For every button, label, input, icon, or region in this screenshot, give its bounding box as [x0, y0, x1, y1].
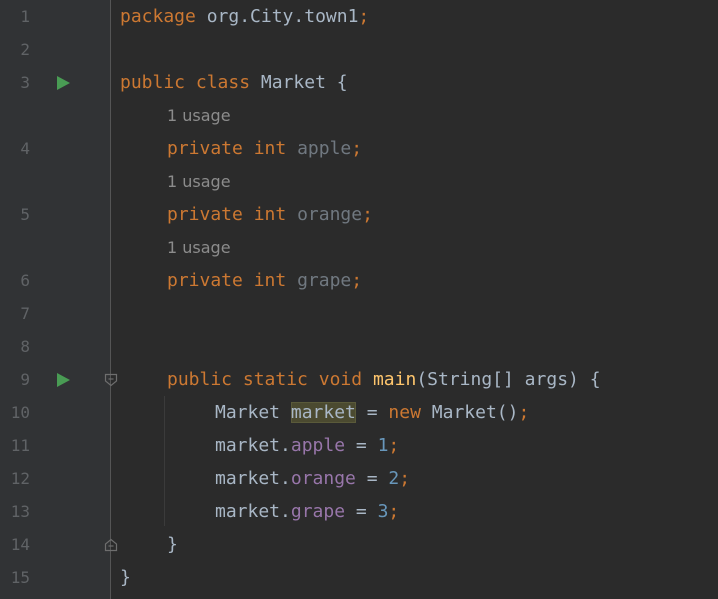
brace: { — [336, 72, 348, 93]
keyword: class — [195, 72, 251, 93]
keyword: int — [253, 138, 287, 159]
code-text: private int apple; — [167, 132, 362, 165]
field-ref: orange — [290, 468, 356, 489]
code-line-6[interactable]: 6 private int grape; — [0, 264, 718, 297]
number-literal: 2 — [388, 468, 400, 489]
code-line-4[interactable]: 4 private int apple; — [0, 132, 718, 165]
line-number: 5 — [20, 205, 30, 224]
code-line-3[interactable]: 3 public class Market { — [0, 66, 718, 99]
code-line-15[interactable]: 15 } — [0, 561, 718, 594]
code-text: market.grape = 3; — [215, 495, 399, 528]
code-line-1[interactable]: 1 package org.City.town1; — [0, 0, 718, 33]
usage-hint[interactable]: 1 usage — [167, 231, 231, 264]
code-text: public class Market { — [120, 66, 348, 99]
object-ref: market. — [215, 468, 291, 489]
code-line-12[interactable]: 12 market.orange = 2; — [0, 462, 718, 495]
line-number: 7 — [20, 304, 30, 323]
line-number: 14 — [10, 535, 30, 554]
run-triangle-icon[interactable] — [57, 373, 70, 387]
code-text: private int grape; — [167, 264, 362, 297]
keyword: private — [167, 204, 243, 225]
field-name: apple — [297, 138, 352, 159]
line-number: 9 — [20, 370, 30, 389]
object-ref: market. — [215, 435, 291, 456]
code-text: package org.City.town1; — [120, 0, 369, 33]
code-line-9[interactable]: 9 public static void main(String[] args)… — [0, 363, 718, 396]
line-number: 11 — [10, 436, 30, 455]
fold-end-marker-icon[interactable] — [104, 537, 118, 552]
operator: = — [345, 501, 378, 522]
brace: } — [120, 567, 131, 588]
field-name: grape — [297, 270, 352, 291]
operator: = — [355, 468, 389, 489]
usage-hint[interactable]: 1 usage — [167, 165, 231, 198]
semicolon: ; — [388, 501, 400, 522]
field-ref: apple — [290, 435, 346, 456]
method-name: main — [372, 369, 417, 390]
brace: } — [167, 534, 178, 555]
keyword: static — [242, 369, 308, 390]
code-line-2[interactable]: 2 — [0, 33, 718, 66]
semicolon: ; — [399, 468, 411, 489]
highlighted-variable: market — [290, 402, 356, 423]
keyword: void — [318, 369, 363, 390]
code-text: } — [167, 528, 178, 561]
object-ref: market. — [215, 501, 291, 522]
code-text: } — [120, 561, 131, 594]
code-line-10[interactable]: 10 Market market = new Market(); — [0, 396, 718, 429]
keyword: int — [253, 270, 287, 291]
keyword: public — [167, 369, 233, 390]
method-params: (String[] args) { — [416, 369, 601, 390]
code-line-7[interactable]: 7 — [0, 297, 718, 330]
inlay-hint-row: 1 usage — [0, 231, 718, 264]
code-line-5[interactable]: 5 private int orange; — [0, 198, 718, 231]
code-text: public static void main(String[] args) { — [167, 363, 601, 396]
package-name: org.City.town1 — [195, 6, 359, 27]
line-number: 8 — [20, 337, 30, 356]
operator: = — [355, 402, 389, 423]
line-number: 15 — [10, 568, 30, 587]
code-line-14[interactable]: 14 } — [0, 528, 718, 561]
line-number: 1 — [20, 7, 30, 26]
semicolon: ; — [388, 435, 400, 456]
operator: = — [345, 435, 378, 456]
semicolon: ; — [351, 270, 363, 291]
keyword: new — [388, 402, 421, 423]
semicolon: ; — [518, 402, 530, 423]
keyword: package — [120, 6, 196, 27]
number-literal: 1 — [377, 435, 389, 456]
class-name: Market — [260, 72, 326, 93]
code-text: Market market = new Market(); — [215, 396, 529, 429]
field-name: orange — [297, 204, 363, 225]
fold-marker-icon[interactable] — [104, 372, 118, 387]
line-number: 10 — [10, 403, 30, 422]
keyword: private — [167, 138, 243, 159]
code-text: market.apple = 1; — [215, 429, 399, 462]
number-literal: 3 — [377, 501, 389, 522]
semicolon: ; — [362, 204, 373, 225]
keyword: private — [167, 270, 243, 291]
line-number: 12 — [10, 469, 30, 488]
code-text: market.orange = 2; — [215, 462, 410, 495]
code-line-8[interactable]: 8 — [0, 330, 718, 363]
constructor-call: Market() — [420, 402, 519, 423]
run-triangle-icon[interactable] — [57, 76, 70, 90]
inlay-hint-row: 1 usage — [0, 165, 718, 198]
inlay-hint-row: 1 usage — [0, 99, 718, 132]
line-number: 2 — [20, 40, 30, 59]
line-number: 6 — [20, 271, 30, 290]
semicolon: ; — [358, 6, 370, 27]
line-number: 3 — [20, 73, 30, 92]
code-line-13[interactable]: 13 market.grape = 3; — [0, 495, 718, 528]
code-line-11[interactable]: 11 market.apple = 1; — [0, 429, 718, 462]
semicolon: ; — [351, 138, 363, 159]
keyword: int — [253, 204, 287, 225]
keyword: public — [120, 72, 186, 93]
line-number: 13 — [10, 502, 30, 521]
type-name: Market — [215, 402, 281, 423]
field-ref: grape — [290, 501, 346, 522]
usage-hint[interactable]: 1 usage — [167, 99, 231, 132]
code-text: private int orange; — [167, 198, 373, 231]
line-number: 4 — [20, 139, 30, 158]
